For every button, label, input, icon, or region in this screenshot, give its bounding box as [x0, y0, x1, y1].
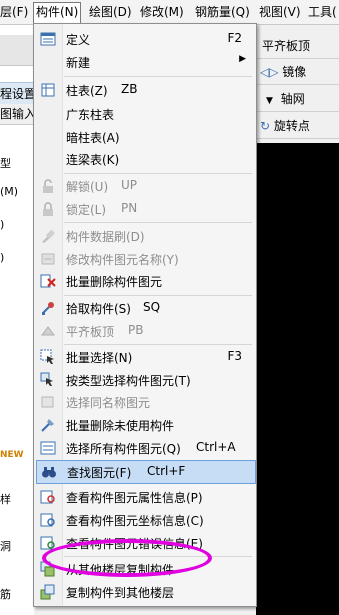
menu-item-delete-unused[interactable]: 批量删除未使用构件 [36, 414, 254, 436]
highlight-annotation-ellipse [42, 539, 212, 577]
view-properties-icon [40, 490, 55, 504]
right-panel: 平齐板顶 ◁▷ 镜像 ▼ 轴网 ↻ 旋转点 [256, 25, 339, 615]
menu-item-view-coordinates[interactable]: 查看构件图元坐标信息(C) [36, 509, 254, 531]
menu-separator [64, 173, 252, 174]
axis-grid-combo[interactable]: 轴网 [281, 92, 305, 106]
define-icon [40, 32, 56, 46]
tree-item-fragment[interactable]: ) [0, 218, 4, 231]
menu-component[interactable]: 构件(N) [33, 2, 82, 25]
eyedropper-icon [42, 302, 54, 315]
menu-draw[interactable]: 绘图(D) [87, 3, 134, 21]
menu-separator [64, 76, 252, 77]
menu-item-define[interactable]: 定义 F2 [36, 28, 254, 50]
project-settings-tab[interactable]: 程设置 [0, 82, 34, 106]
menu-item-hidden-column-table[interactable]: 暗柱表(A) [36, 126, 254, 148]
rotate-point-button[interactable]: 旋转点 [274, 119, 310, 133]
menu-item-select-by-type[interactable]: 按类型选择构件图元(T) [36, 369, 254, 391]
left-toolbar [0, 35, 34, 66]
menu-item-column-table[interactable]: 柱表(Z) ZB [36, 79, 254, 101]
submenu-arrow-icon: ▶ [239, 54, 246, 64]
tree-item-fragment[interactable]: 筋 [0, 586, 11, 602]
lock-icon [43, 202, 53, 216]
tree-item-fragment[interactable]: (M) [0, 185, 18, 198]
menu-item-pick-component[interactable]: 拾取构件(S) SQ [36, 297, 254, 319]
select-same-name-icon [41, 396, 54, 408]
menu-item-find-element[interactable]: 查找图元(F) Ctrl+F [36, 460, 256, 484]
delete-unused-icon [41, 419, 54, 432]
batch-delete-icon [40, 274, 56, 288]
mirror-button[interactable]: 镜像 [282, 65, 306, 79]
tree-item-fragment[interactable]: 洞 [0, 538, 11, 554]
menu-item-select-all[interactable]: 选择所有构件图元(Q) Ctrl+A [36, 437, 254, 459]
component-menu: 定义 F2 新建 ▶ 柱表(Z) ZB 广东柱表 暗柱表(A) 连梁表(K) 解… [33, 23, 257, 607]
left-panel: 程设置 图输入 型 (M) ) ) NEW 样 洞 筋 [0, 25, 34, 615]
column-table-icon [41, 83, 55, 97]
menu-item-batch-delete[interactable]: 批量删除构件图元 [36, 270, 254, 292]
drawing-canvas[interactable] [256, 143, 339, 615]
menu-layer[interactable]: 层(F) [0, 3, 30, 21]
rotate-icon: ↻ [260, 119, 271, 133]
menu-item-select-same-name[interactable]: 选择同名称图元 [36, 391, 254, 413]
mirror-icon: ◁▷ [260, 65, 279, 79]
menu-rebar-quantity[interactable]: 钢筋量(Q) [193, 3, 252, 21]
align-top-icon [41, 326, 55, 336]
menu-item-new[interactable]: 新建 ▶ [36, 51, 254, 73]
tree-item-fragment[interactable]: 型 [0, 155, 11, 171]
menu-item-guangdong-column-table[interactable]: 广东柱表 [36, 103, 254, 125]
menu-modify[interactable]: 修改(M) [138, 3, 186, 21]
view-coords-icon [40, 513, 55, 527]
copy-to-floor-icon [40, 584, 55, 600]
menu-view[interactable]: 视图(V) [257, 3, 303, 21]
tree-item-fragment[interactable]: ) [0, 251, 4, 264]
drawing-input-tab[interactable]: 图输入 [0, 104, 34, 125]
menu-item-batch-select[interactable]: 批量选择(N) F3 [36, 346, 254, 368]
toolbar-row-1: 平齐板顶 [256, 34, 339, 59]
menu-separator [64, 344, 252, 345]
new-badge: NEW [0, 450, 24, 460]
brush-icon [42, 229, 55, 243]
menu-item-rename-component[interactable]: 修改构件图元名称(Y) [36, 248, 254, 270]
select-by-type-icon [40, 372, 53, 386]
menu-separator [64, 295, 252, 296]
menu-bar: 层(F) 构件(N) 绘图(D) 修改(M) 钢筋量(Q) 视图(V) 工具( [0, 0, 339, 25]
dropdown-arrow-icon[interactable]: ▼ [266, 96, 273, 106]
menu-item-copy-to-floor[interactable]: 复制构件到其他楼层 [36, 581, 254, 603]
unlock-icon [43, 179, 53, 193]
batch-select-icon [40, 349, 54, 364]
toolbar-row-4: ↻ 旋转点 [256, 114, 339, 139]
menu-item-coupling-beam-table[interactable]: 连梁表(K) [36, 148, 254, 170]
rename-icon [41, 253, 55, 265]
select-all-icon [40, 441, 56, 455]
menu-item-component-brush[interactable]: 构件数据刷(D) [36, 225, 254, 247]
menu-separator [64, 222, 252, 223]
menu-item-lock[interactable]: 锁定(L) PN [36, 198, 254, 220]
menu-item-view-properties[interactable]: 查看构件图元属性信息(P) [36, 486, 254, 508]
menu-item-unlock[interactable]: 解锁(U) UP [36, 175, 254, 197]
menu-item-align-slab-top[interactable]: 平齐板顶 PB [36, 320, 254, 342]
toolbar-row-2: ◁▷ 镜像 [256, 60, 339, 85]
align-top-button[interactable]: 平齐板顶 [262, 39, 310, 53]
tree-item-fragment[interactable]: 样 [0, 491, 11, 507]
binoculars-icon [42, 467, 56, 478]
menu-tools[interactable]: 工具( [306, 3, 339, 21]
toolbar-row-3: ▼ 轴网 [256, 87, 339, 112]
